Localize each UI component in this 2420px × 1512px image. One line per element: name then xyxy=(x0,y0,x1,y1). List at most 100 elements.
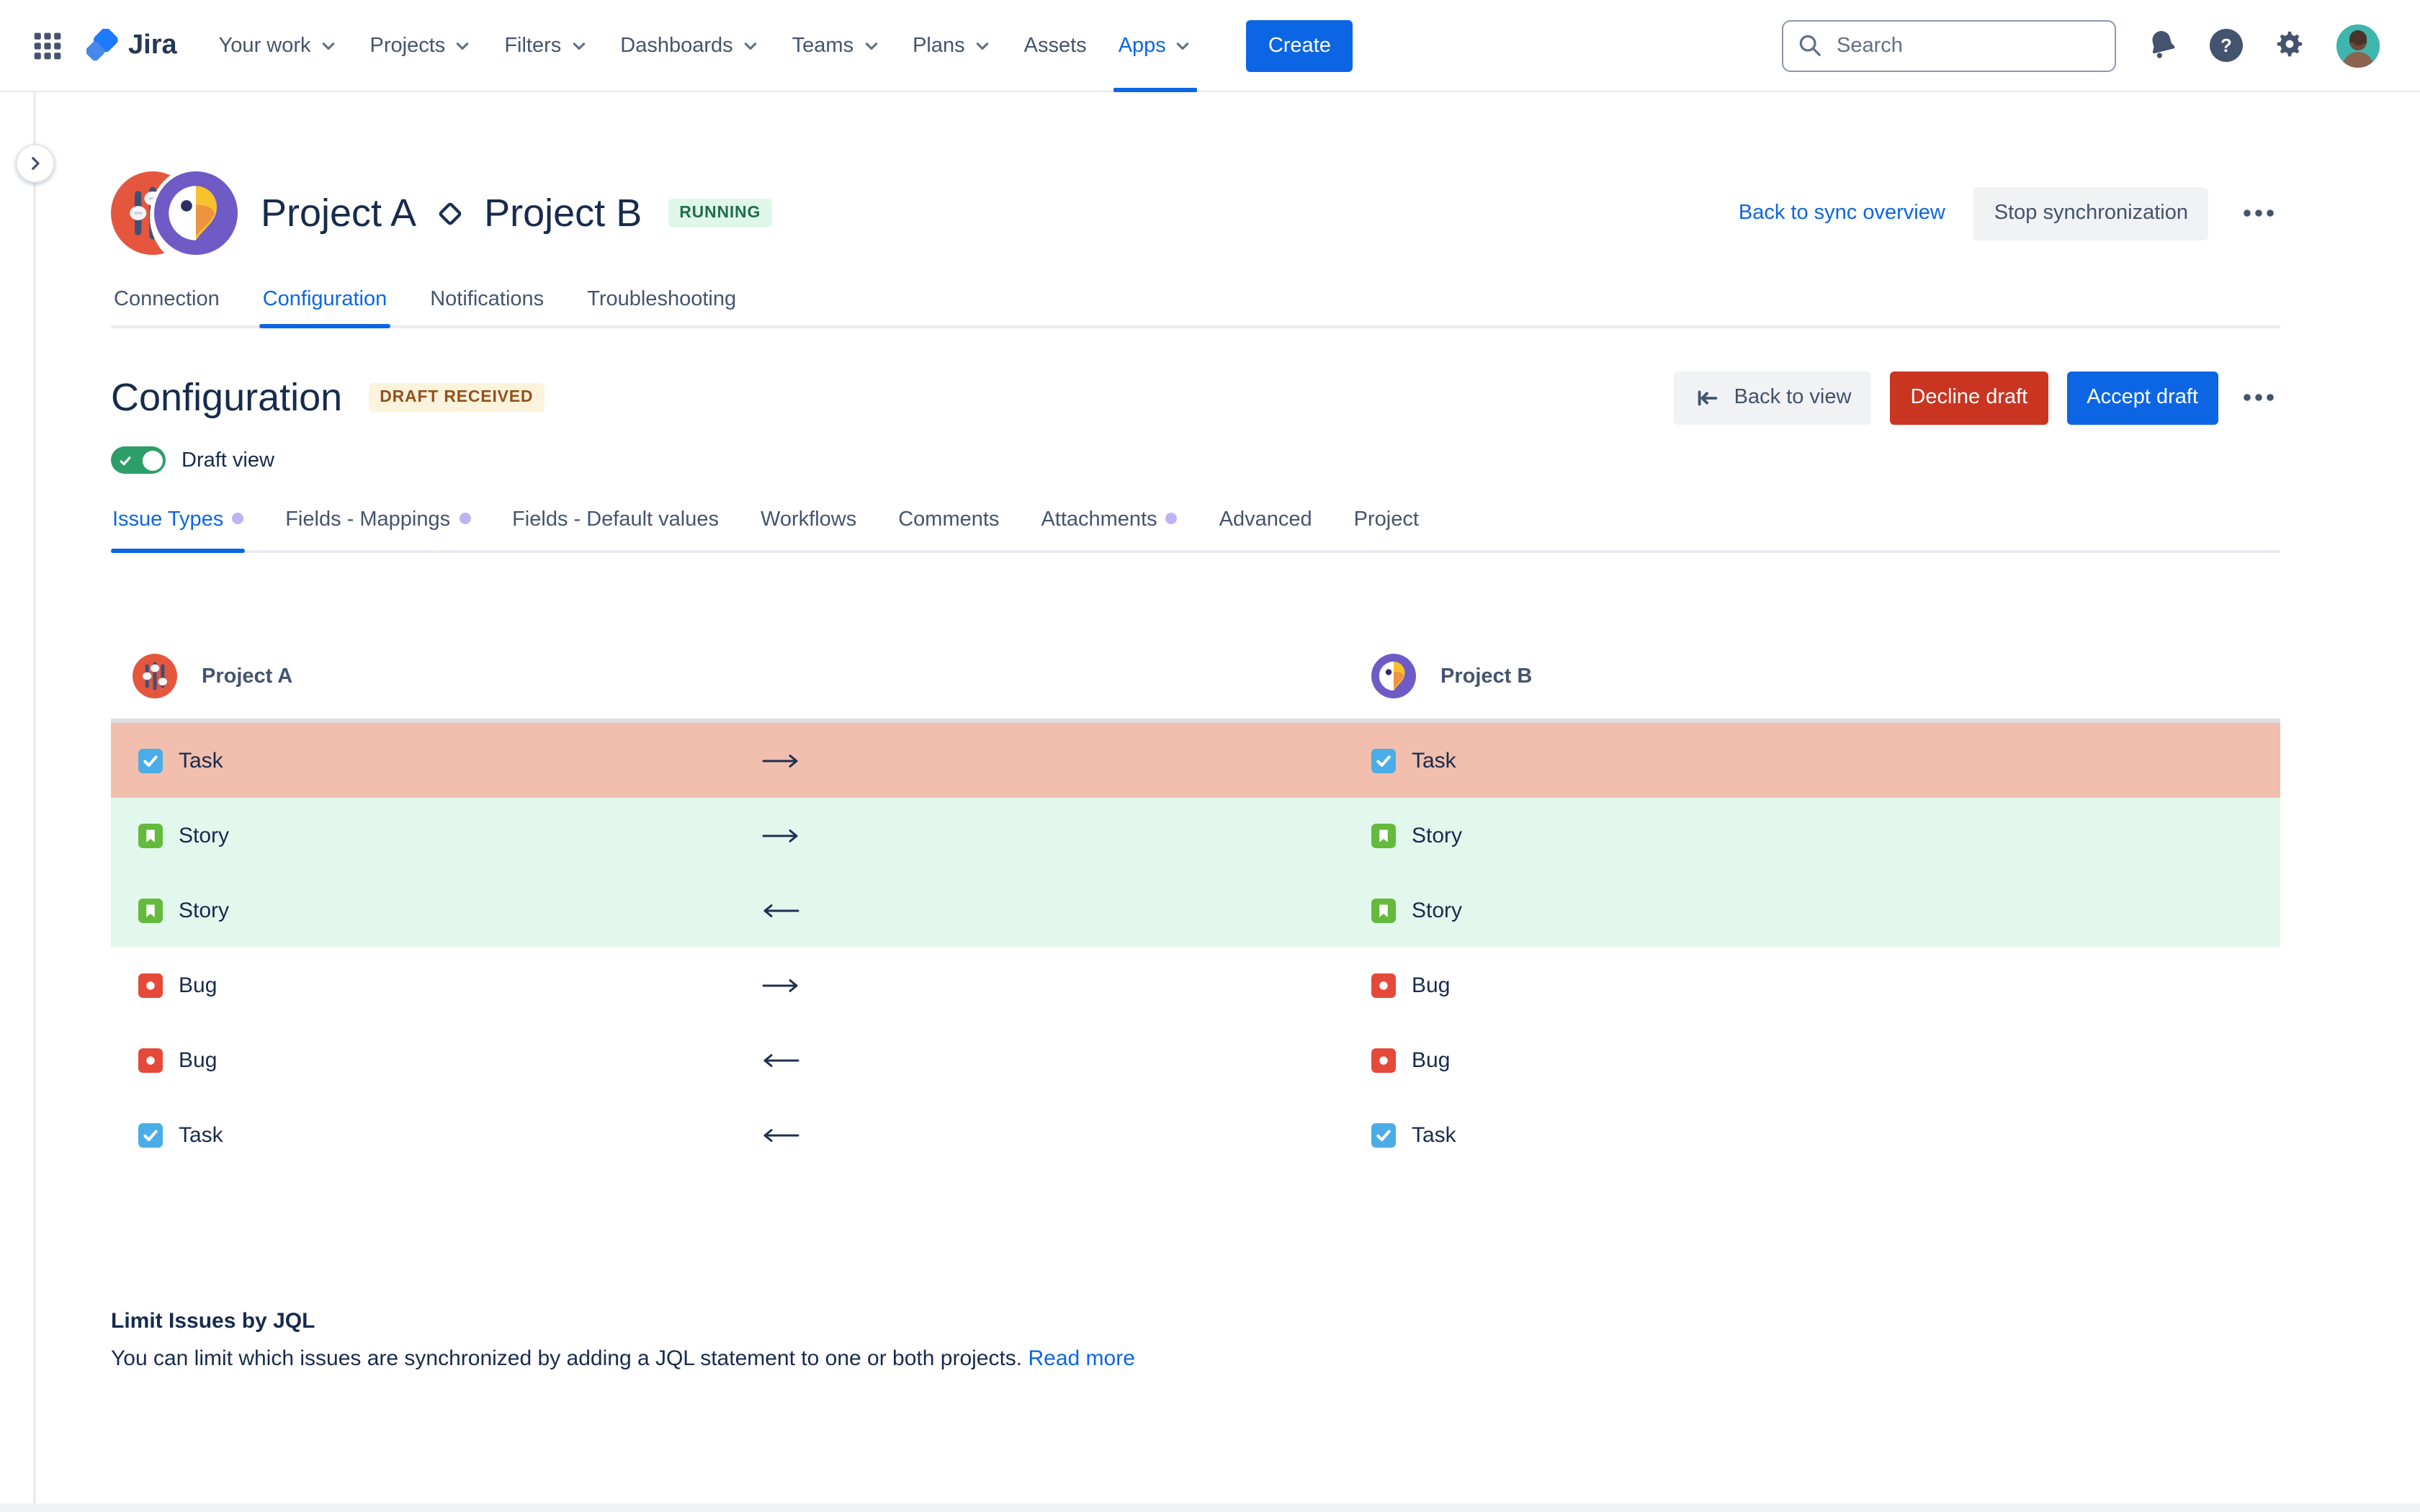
jira-logo-icon xyxy=(86,29,120,62)
sync-more-options-button[interactable] xyxy=(2237,203,2280,223)
mapping-right-cell: Story xyxy=(1371,823,2280,847)
tab-notifications[interactable]: Notifications xyxy=(427,276,547,325)
subtab-fields-mappings[interactable]: Fields - Mappings xyxy=(284,508,472,550)
tab-troubleshooting[interactable]: Troubleshooting xyxy=(584,276,739,325)
tab-configuration[interactable]: Configuration xyxy=(260,276,390,325)
sync-actions: Back to sync overview Stop synchronizati… xyxy=(1739,186,2280,240)
story-icon xyxy=(138,823,163,847)
nav-item-apps[interactable]: Apps xyxy=(1103,0,1209,91)
project-avatars xyxy=(111,170,241,256)
mapping-column-headers: Project A Project B xyxy=(111,654,2280,698)
create-button[interactable]: Create xyxy=(1247,19,1353,71)
nav-item-your-work[interactable]: Your work xyxy=(203,0,354,91)
subtab-label: Attachments xyxy=(1041,508,1157,531)
sync-diamond-icon xyxy=(435,198,465,228)
search-box[interactable] xyxy=(1782,19,2116,71)
mapping-rows: TaskTaskStoryStoryStoryStoryBugBugBugBug… xyxy=(111,719,2280,1172)
nav-item-label: Your work xyxy=(219,34,311,57)
primary-nav-items: Your work ProjectsFiltersDashboardsTeams P… xyxy=(203,0,1209,91)
task-icon xyxy=(138,748,163,773)
mapping-direction-cell xyxy=(759,751,1371,770)
notifications-bell-icon[interactable] xyxy=(2146,27,2179,64)
arrow-right-icon xyxy=(759,976,802,994)
nav-item-dashboards[interactable]: Dashboards xyxy=(604,0,776,91)
subtab-label: Advanced xyxy=(1219,508,1312,531)
issue-type-label: Task xyxy=(179,1122,223,1147)
subtab-label: Project xyxy=(1354,508,1419,531)
mapping-direction-cell xyxy=(759,1125,1371,1144)
arrow-right-icon xyxy=(759,826,802,845)
top-nav-left: Jira Your work ProjectsFiltersDashboardsT… xyxy=(23,0,1353,91)
draft-received-badge: DRAFT RECEIVED xyxy=(368,383,544,412)
mapping-right-cell: Story xyxy=(1371,898,2280,922)
draft-view-toggle[interactable] xyxy=(111,446,166,474)
back-to-view-button[interactable]: Back to view xyxy=(1674,371,1872,424)
subtab-advanced[interactable]: Advanced xyxy=(1218,508,1314,550)
bug-icon xyxy=(138,1048,163,1072)
sync-title-left: Project A xyxy=(261,191,416,235)
back-to-sync-overview-link[interactable]: Back to sync overview xyxy=(1739,202,1945,225)
issue-type-label: Task xyxy=(1412,748,1456,773)
subtab-comments[interactable]: Comments xyxy=(897,508,1000,550)
config-more-options-button[interactable] xyxy=(2237,387,2280,408)
mapping-left-cell: Task xyxy=(111,748,759,773)
change-indicator-dot xyxy=(459,513,470,524)
nav-item-label: Apps xyxy=(1119,34,1166,57)
mapping-right-cell: Task xyxy=(1371,748,2280,773)
mapping-row[interactable]: StoryStory xyxy=(111,873,2280,948)
right-project-name: Project B xyxy=(1440,665,1532,688)
nav-item-projects[interactable]: Projects xyxy=(354,0,489,91)
draft-view-toggle-row: Draft view xyxy=(111,446,2280,474)
task-icon xyxy=(138,1122,163,1147)
nav-item-label: Assets xyxy=(1024,34,1087,57)
task-icon xyxy=(1371,748,1396,773)
read-more-link[interactable]: Read more xyxy=(1028,1346,1135,1371)
issue-type-label: Task xyxy=(1412,1122,1456,1147)
bottom-scroll-strip xyxy=(0,1503,2420,1512)
screenshot-stage: Jira Your workProjectsFiltersDashboardsT… xyxy=(0,0,2420,1512)
left-project-header: Project A xyxy=(133,654,1371,698)
subtab-workflows[interactable]: Workflows xyxy=(759,508,858,550)
subtab-issue-types[interactable]: Issue Types xyxy=(111,508,245,550)
mapping-row[interactable]: Task Task xyxy=(111,1097,2280,1172)
arrow-right-icon xyxy=(759,751,802,770)
user-avatar[interactable] xyxy=(2336,24,2380,67)
mapping-right-cell: Bug xyxy=(1371,1048,2280,1072)
story-icon xyxy=(138,898,163,922)
accept-draft-button[interactable]: Accept draft xyxy=(2066,371,2218,424)
sync-header: Project A Project B RUNNING Back to sync… xyxy=(111,170,2280,256)
decline-draft-button[interactable]: Decline draft xyxy=(1890,371,2048,424)
issue-type-label: Story xyxy=(179,823,229,847)
sidebar-expand-button[interactable] xyxy=(16,144,55,183)
chevron-down-icon xyxy=(318,35,339,55)
mapping-left-cell: Bug xyxy=(111,1048,759,1072)
issue-type-label: Story xyxy=(1412,898,1462,922)
nav-item-teams[interactable]: Teams xyxy=(776,0,897,91)
nav-item-label: Plans xyxy=(913,34,965,57)
tab-connection[interactable]: Connection xyxy=(111,276,223,325)
arrow-left-to-line-icon xyxy=(1694,384,1721,411)
nav-item-filters[interactable]: Filters xyxy=(488,0,604,91)
chevron-down-icon xyxy=(861,35,881,55)
app-switcher-icon[interactable] xyxy=(23,21,72,70)
stop-synchronization-button[interactable]: Stop synchronization xyxy=(1974,186,2208,240)
mapping-row[interactable]: BugBug xyxy=(111,948,2280,1022)
subtab-fields-default-values[interactable]: Fields - Default values xyxy=(511,508,720,550)
jql-description-text: You can limit which issues are synchroni… xyxy=(111,1346,1022,1371)
jira-logo[interactable]: Jira xyxy=(86,29,177,62)
sidebar-rail-divider xyxy=(33,92,36,1512)
subtab-project[interactable]: Project xyxy=(1353,508,1420,550)
settings-gear-icon[interactable] xyxy=(2273,29,2306,62)
search-input[interactable] xyxy=(1834,32,2100,58)
nav-item-plans[interactable]: Plans xyxy=(897,0,1008,91)
help-icon[interactable]: ? xyxy=(2210,29,2243,62)
subtab-attachments[interactable]: Attachments xyxy=(1039,508,1178,550)
top-nav-right: ? xyxy=(1782,19,2380,71)
chevron-down-icon xyxy=(972,35,992,55)
nav-item-assets[interactable]: Assets xyxy=(1008,0,1103,91)
mapping-row[interactable]: Story Story xyxy=(111,798,2280,873)
back-to-view-label: Back to view xyxy=(1734,386,1852,409)
mapping-row[interactable]: Bug Bug xyxy=(111,1022,2280,1097)
mapping-row[interactable]: Task Task xyxy=(111,723,2280,798)
search-icon xyxy=(1798,33,1822,58)
